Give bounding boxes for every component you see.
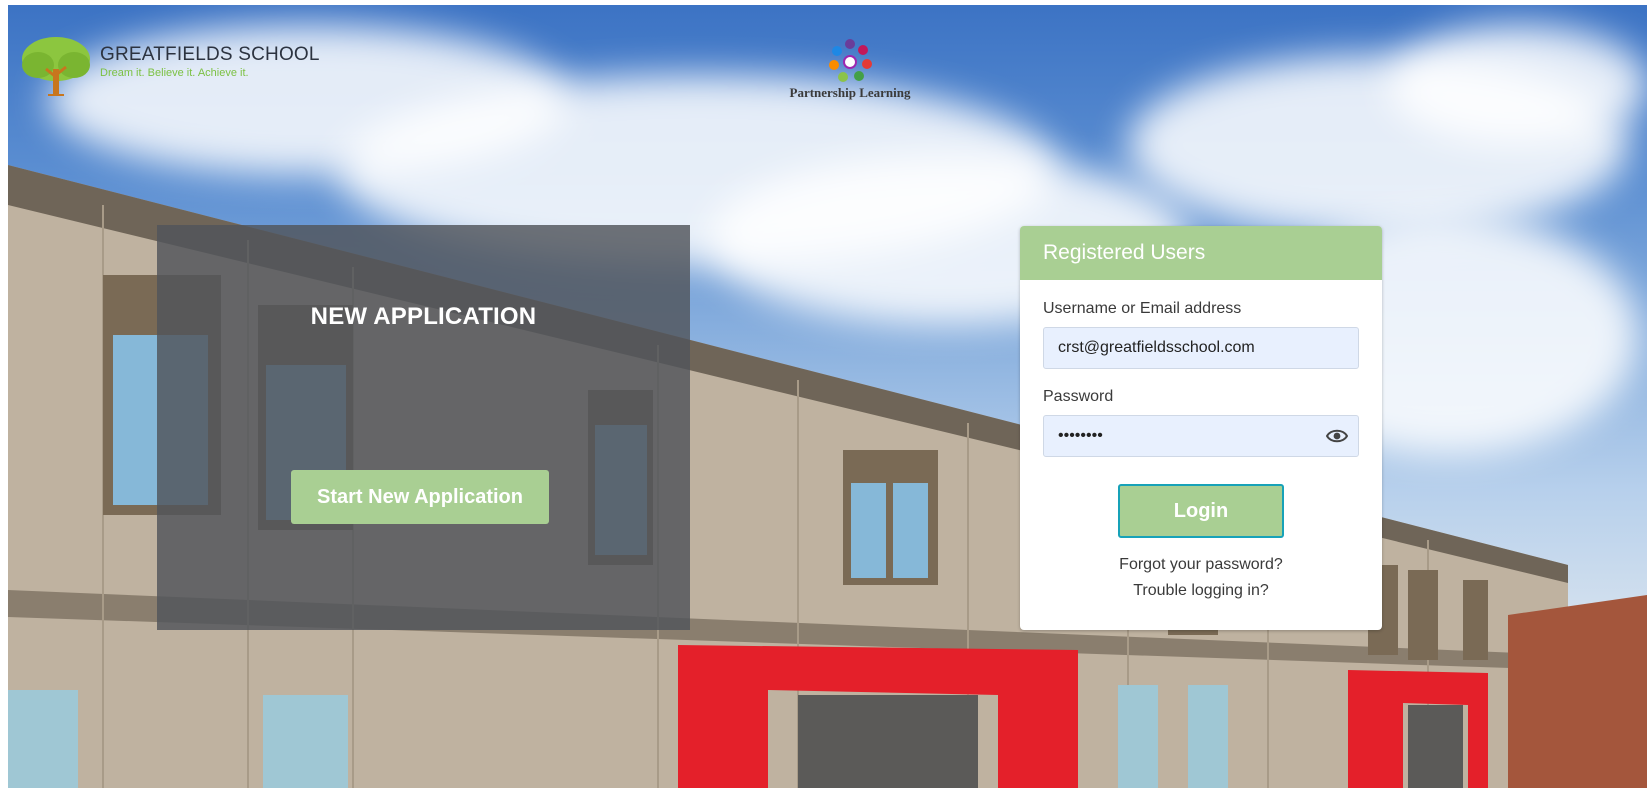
forgot-password-link[interactable]: Forgot your password? — [1020, 556, 1382, 574]
login-page: GREATFIELDS SCHOOL Dream it. Believe it.… — [0, 0, 1647, 788]
school-name: GREATFIELDS SCHOOL — [100, 43, 320, 65]
new-application-title: NEW APPLICATION — [310, 303, 537, 330]
password-value: •••••••• — [1058, 427, 1103, 444]
school-tagline: Dream it. Believe it. Achieve it. — [100, 66, 249, 79]
start-new-application-button[interactable]: Start New Application — [291, 470, 549, 524]
password-field[interactable]: •••••••• — [1043, 415, 1359, 457]
trouble-logging-in-link[interactable]: Trouble logging in? — [1020, 582, 1382, 600]
new-application-panel: NEW APPLICATION Start New Application — [157, 225, 690, 630]
partner-name: Partnership Learning — [789, 85, 911, 100]
eye-icon[interactable] — [1326, 427, 1348, 445]
school-logo[interactable]: GREATFIELDS SCHOOL Dream it. Believe it.… — [18, 35, 320, 97]
username-field[interactable]: crst@greatfieldsschool.com — [1043, 327, 1359, 369]
login-button[interactable]: Login — [1118, 484, 1284, 538]
partnership-learning-logo[interactable]: Partnership Learning — [770, 36, 930, 101]
people-circle-icon — [829, 39, 872, 82]
username-label: Username or Email address — [1043, 300, 1242, 317]
login-card-header: Registered Users — [1020, 226, 1382, 280]
tree-icon — [22, 37, 90, 96]
login-card: Registered Users Username or Email addre… — [1020, 226, 1382, 630]
password-label: Password — [1043, 388, 1114, 405]
